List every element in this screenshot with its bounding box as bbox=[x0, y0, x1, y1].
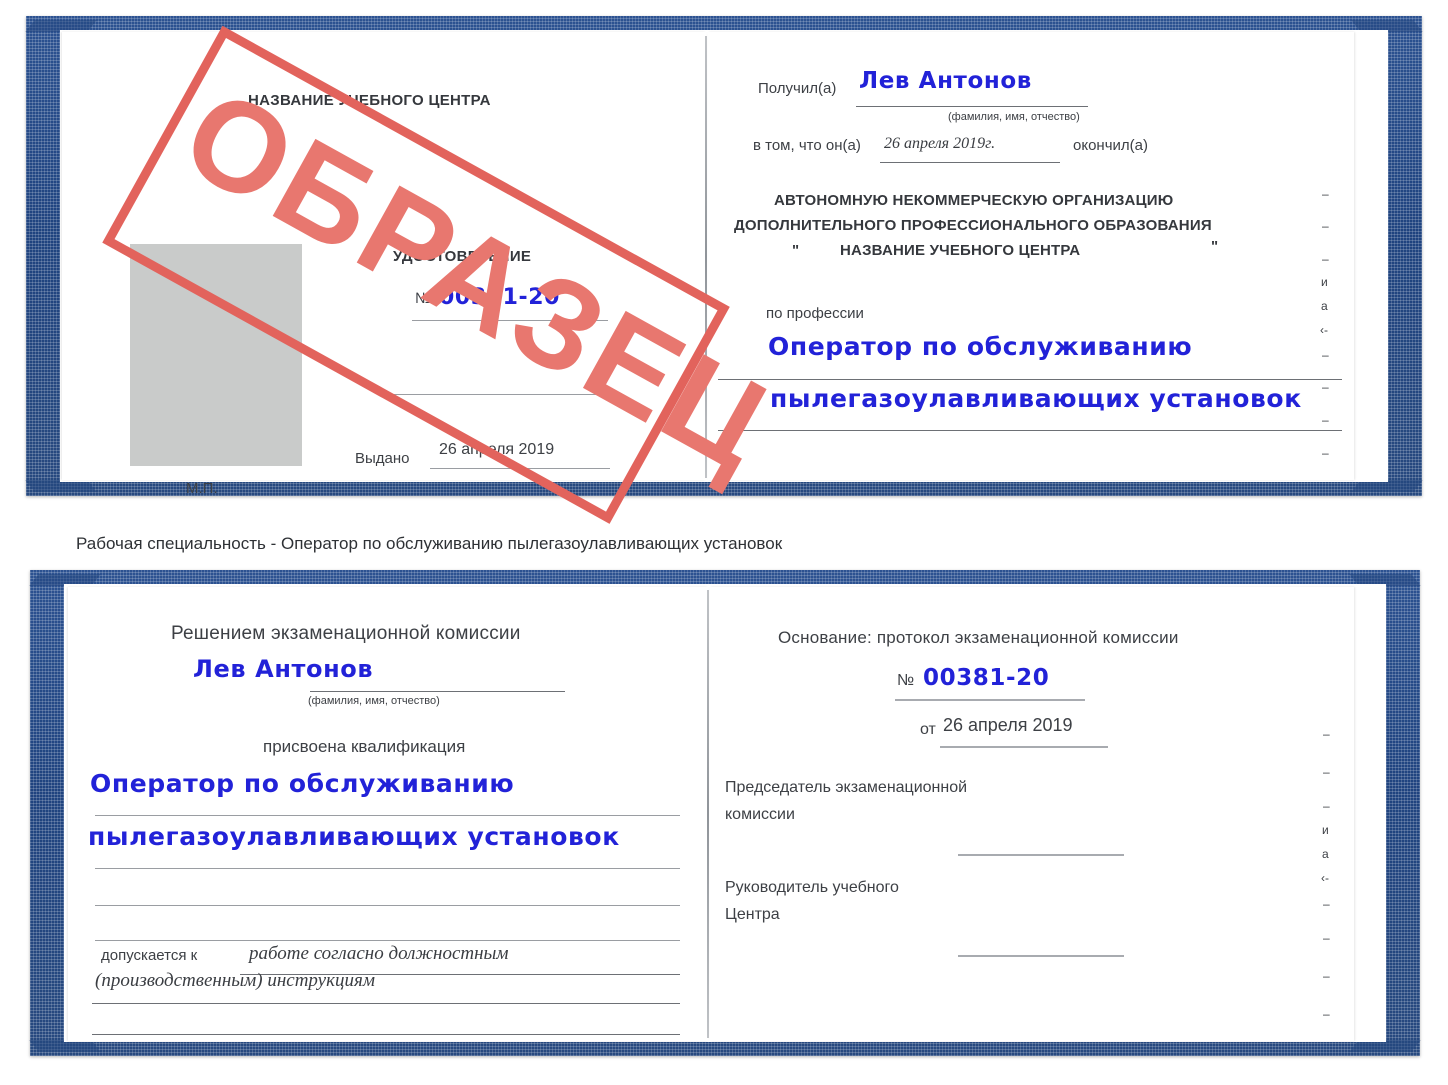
page-bottom-right: Основание: протокол экзаменационной коми… bbox=[710, 587, 1354, 1041]
page-top-right: Получил(а) Лев Антонов (фамилия, имя, от… bbox=[708, 32, 1354, 480]
allowed-value-line-1: работе согласно должностным bbox=[249, 943, 509, 964]
protocol-number-rule bbox=[895, 699, 1085, 701]
protocol-date-rule bbox=[940, 746, 1108, 748]
edge-mark-b-5: ‹- bbox=[1321, 871, 1329, 885]
protocol-date-value: 26 апреля 2019 bbox=[943, 715, 1073, 735]
qualification-label: присвоена квалификация bbox=[263, 737, 466, 756]
edge-mark-8: – bbox=[1322, 413, 1329, 427]
certificate-number-prefix: № bbox=[415, 290, 432, 307]
org-line-3: НАЗВАНИЕ УЧЕБНОГО ЦЕНТРА bbox=[840, 242, 1081, 259]
received-rule bbox=[856, 106, 1088, 107]
head-signature-rule bbox=[958, 955, 1124, 957]
qual-rule-4 bbox=[95, 940, 680, 941]
blank-rule-top bbox=[388, 394, 610, 395]
basis-label: Основание: протокол экзаменационной коми… bbox=[778, 628, 1179, 647]
in-that-label: в том, что он(а) bbox=[753, 137, 861, 154]
training-center-name-top: НАЗВАНИЕ УЧЕБНОГО ЦЕНТРА bbox=[248, 92, 491, 109]
in-that-rule bbox=[880, 162, 1060, 163]
spine-bottom bbox=[707, 590, 709, 1038]
spine-top bbox=[705, 36, 707, 478]
certificate-bottom: Решением экзаменационной комиссии Лев Ан… bbox=[29, 570, 1421, 1056]
edge-mark-b-3: и bbox=[1322, 823, 1329, 837]
head-label-line-1: Руководитель учебного bbox=[725, 879, 899, 896]
allowed-rule-2 bbox=[92, 1003, 680, 1004]
edge-mark-b-4: а bbox=[1322, 847, 1329, 861]
edge-mark-2: – bbox=[1322, 252, 1329, 266]
allowed-value-line-2: (производственным) инструкциям bbox=[95, 970, 375, 991]
org-line-2: ДОПОЛНИТЕЛЬНОГО ПРОФЕССИОНАЛЬНОГО ОБРАЗО… bbox=[734, 217, 1212, 234]
edge-mark-6: – bbox=[1322, 348, 1329, 362]
certificate-title-top: УДОСТОВЕРЕНИЕ bbox=[393, 248, 532, 265]
profession-line-2: пылегазоулавливающих установок bbox=[770, 384, 1302, 413]
edge-mark-0: – bbox=[1322, 187, 1329, 201]
edge-mark-7: – bbox=[1322, 380, 1329, 394]
org-quote-close: " bbox=[1211, 238, 1219, 255]
profession-rule-1 bbox=[718, 379, 1342, 380]
protocol-number-prefix: № bbox=[897, 672, 915, 689]
seal-label: М.П. bbox=[186, 480, 218, 497]
protocol-date-prefix: от bbox=[920, 721, 936, 738]
qual-rule-2 bbox=[95, 868, 680, 869]
certificate-top: НАЗВАНИЕ УЧЕБНОГО ЦЕНТРА УДОСТОВЕРЕНИЕ №… bbox=[25, 16, 1423, 497]
photo-placeholder bbox=[130, 244, 302, 466]
in-that-value: 26 апреля 2019г. bbox=[884, 135, 996, 152]
qual-rule-1 bbox=[95, 815, 680, 816]
allowed-rule-3 bbox=[92, 1034, 680, 1035]
head-label-line-2: Центра bbox=[725, 906, 780, 923]
commission-name-rule bbox=[310, 691, 565, 692]
profession-label: по профессии bbox=[766, 305, 864, 322]
edge-mark-3: и bbox=[1321, 275, 1328, 289]
fio-hint-bottom: (фамилия, имя, отчество) bbox=[308, 695, 440, 707]
commission-name-value: Лев Антонов bbox=[193, 655, 374, 683]
allowed-label: допускается к bbox=[101, 947, 198, 964]
certificate-number-value: 00381-20 bbox=[439, 285, 561, 310]
edge-mark-4: а bbox=[1321, 299, 1328, 313]
org-quote-open: " bbox=[792, 242, 800, 259]
received-label: Получил(а) bbox=[758, 80, 837, 97]
qualification-line-2: пылегазоулавливающих установок bbox=[88, 822, 620, 851]
finished-label: окончил(а) bbox=[1073, 137, 1148, 154]
edge-mark-b-8: – bbox=[1323, 969, 1330, 983]
received-value: Лев Антонов bbox=[859, 68, 1032, 94]
issued-value: 26 апреля 2019 bbox=[439, 441, 555, 458]
edge-mark-b-2: – bbox=[1323, 799, 1330, 813]
fio-hint-top: (фамилия, имя, отчество) bbox=[948, 111, 1080, 123]
edge-mark-b-9: – bbox=[1323, 1007, 1330, 1021]
number-rule-top bbox=[412, 320, 608, 321]
page-bottom-left: Решением экзаменационной комиссии Лев Ан… bbox=[68, 587, 708, 1041]
issued-label: Выдано bbox=[355, 450, 410, 467]
profession-rule-2 bbox=[718, 430, 1342, 431]
chairman-signature-rule bbox=[958, 854, 1124, 856]
qual-rule-3 bbox=[95, 905, 680, 906]
chairman-label-line-2: комиссии bbox=[725, 806, 795, 823]
profession-line-1: Оператор по обслуживанию bbox=[768, 332, 1193, 361]
org-line-1: АВТОНОМНУЮ НЕКОММЕРЧЕСКУЮ ОРГАНИЗАЦИЮ bbox=[774, 192, 1174, 209]
edge-mark-b-7: – bbox=[1323, 931, 1330, 945]
chairman-label-line-1: Председатель экзаменационной bbox=[725, 779, 968, 796]
edge-mark-b-6: – bbox=[1323, 897, 1330, 911]
issued-rule bbox=[430, 468, 610, 469]
edge-mark-1: – bbox=[1322, 219, 1329, 233]
commission-heading: Решением экзаменационной комиссии bbox=[171, 623, 521, 644]
page-caption: Рабочая специальность - Оператор по обсл… bbox=[76, 534, 783, 553]
edge-mark-9: – bbox=[1322, 446, 1329, 460]
protocol-number-value: 00381-20 bbox=[923, 665, 1050, 691]
qualification-line-1: Оператор по обслуживанию bbox=[90, 769, 515, 798]
page-top-left: НАЗВАНИЕ УЧЕБНОГО ЦЕНТРА УДОСТОВЕРЕНИЕ №… bbox=[62, 32, 706, 497]
edge-mark-b-1: – bbox=[1323, 765, 1330, 779]
edge-mark-b-0: – bbox=[1323, 727, 1330, 741]
edge-mark-5: ‹- bbox=[1320, 323, 1328, 337]
